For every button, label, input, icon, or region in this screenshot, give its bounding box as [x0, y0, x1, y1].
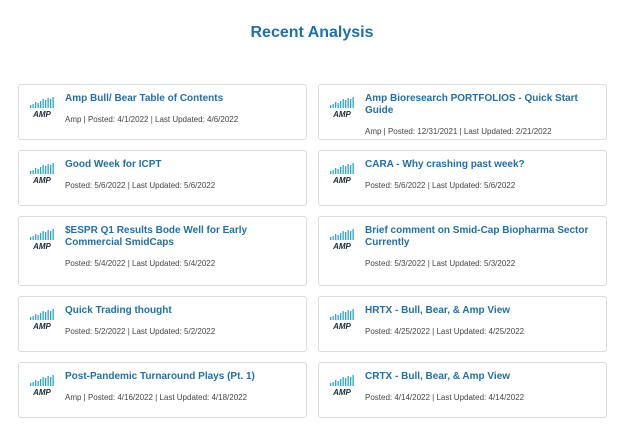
svg-text:AMP: AMP [32, 176, 51, 185]
card-meta: Amp | Posted: 12/31/2021 | Last Updated:… [365, 127, 552, 136]
svg-text:AMP: AMP [332, 322, 351, 331]
svg-text:AMP: AMP [332, 388, 351, 397]
amp-logo-icon: AMP [330, 229, 354, 251]
svg-text:AMP: AMP [332, 110, 351, 119]
analysis-card-5[interactable]: AMP $ESPR Q1 Results Bode Well for Early… [18, 216, 307, 286]
analysis-grid: AMP Amp Bull/ Bear Table of Contents Amp… [18, 84, 607, 418]
svg-text:AMP: AMP [32, 388, 51, 397]
card-title-link[interactable]: Brief comment on Smid-Cap Biopharma Sect… [365, 225, 596, 249]
analysis-card-9[interactable]: AMP Post-Pandemic Turnaround Plays (Pt. … [18, 362, 307, 418]
card-title-link[interactable]: HRTX - Bull, Bear, & Amp View [365, 305, 596, 317]
card-meta: Amp | Posted: 4/1/2022 | Last Updated: 4… [65, 115, 239, 124]
analysis-card-7[interactable]: AMP Quick Trading thought Posted: 5/2/20… [18, 296, 307, 352]
amp-logo-icon: AMP [330, 97, 354, 119]
card-meta: Posted: 5/4/2022 | Last Updated: 5/4/202… [65, 259, 216, 268]
card-meta: Posted: 5/6/2022 | Last Updated: 5/6/202… [65, 181, 216, 190]
card-title-link[interactable]: Quick Trading thought [65, 305, 296, 317]
amp-logo-icon: AMP [30, 97, 54, 119]
card-title-link[interactable]: CRTX - Bull, Bear, & Amp View [365, 371, 596, 383]
analysis-card-8[interactable]: AMP HRTX - Bull, Bear, & Amp View Posted… [318, 296, 607, 352]
card-title-link[interactable]: $ESPR Q1 Results Bode Well for Early Com… [65, 225, 296, 249]
amp-logo-icon: AMP [30, 163, 54, 185]
card-title-link[interactable]: Post-Pandemic Turnaround Plays (Pt. 1) [65, 371, 296, 383]
svg-text:AMP: AMP [32, 242, 51, 251]
card-title-link[interactable]: Good Week for ICPT [65, 159, 296, 171]
svg-text:AMP: AMP [32, 322, 51, 331]
page-title: Recent Analysis [250, 24, 374, 41]
card-meta: Posted: 4/25/2022 | Last Updated: 4/25/2… [365, 327, 525, 336]
svg-text:AMP: AMP [32, 110, 51, 119]
svg-text:AMP: AMP [332, 176, 351, 185]
card-meta: Posted: 5/2/2022 | Last Updated: 5/2/202… [65, 327, 216, 336]
analysis-card-10[interactable]: AMP CRTX - Bull, Bear, & Amp View Posted… [318, 362, 607, 418]
analysis-card-6[interactable]: AMP Brief comment on Smid-Cap Biopharma … [318, 216, 607, 286]
analysis-card-1[interactable]: AMP Amp Bull/ Bear Table of Contents Amp… [18, 84, 307, 140]
card-title-link[interactable]: Amp Bioresearch PORTFOLIOS - Quick Start… [365, 93, 596, 117]
amp-logo-icon: AMP [30, 229, 54, 251]
card-meta: Posted: 5/3/2022 | Last Updated: 5/3/202… [365, 259, 516, 268]
amp-logo-icon: AMP [330, 163, 354, 185]
svg-text:AMP: AMP [332, 242, 351, 251]
amp-logo-icon: AMP [30, 375, 54, 397]
card-meta: Posted: 4/14/2022 | Last Updated: 4/14/2… [365, 393, 525, 402]
amp-logo-icon: AMP [330, 375, 354, 397]
card-meta: Posted: 5/6/2022 | Last Updated: 5/6/202… [365, 181, 516, 190]
card-meta: Amp | Posted: 4/16/2022 | Last Updated: … [65, 393, 248, 402]
amp-logo-icon: AMP [30, 309, 54, 331]
amp-logo-icon: AMP [330, 309, 354, 331]
card-title-link[interactable]: Amp Bull/ Bear Table of Contents [65, 93, 296, 105]
card-title-link[interactable]: CARA - Why crashing past week? [365, 159, 596, 171]
analysis-card-2[interactable]: AMP Amp Bioresearch PORTFOLIOS - Quick S… [318, 84, 607, 140]
analysis-card-4[interactable]: AMP CARA - Why crashing past week? Poste… [318, 150, 607, 206]
analysis-card-3[interactable]: AMP Good Week for ICPT Posted: 5/6/2022 … [18, 150, 307, 206]
